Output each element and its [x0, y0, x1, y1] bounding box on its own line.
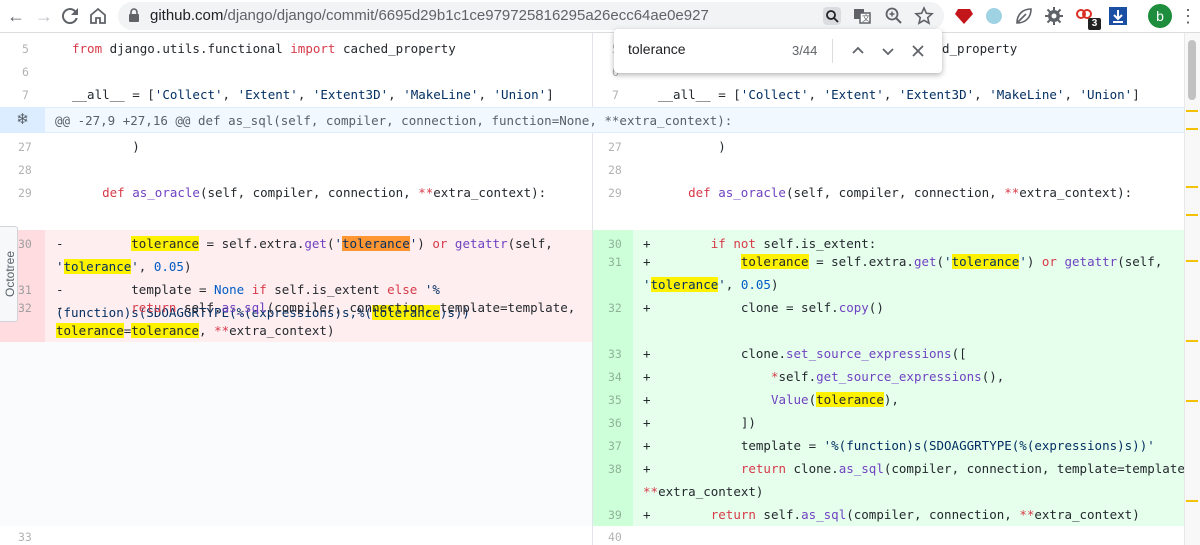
back-arrow-icon[interactable]: ←: [4, 4, 28, 28]
svg-text:文: 文: [862, 13, 870, 23]
scroll-match-marker: [1186, 260, 1198, 262]
added-line: + *self.get_source_expressions(),: [643, 369, 1005, 384]
gear-extension-icon[interactable]: [1044, 6, 1064, 26]
added-line-wrap: **extra_context): [643, 484, 764, 499]
line-number[interactable]: 37: [608, 439, 622, 453]
profile-avatar[interactable]: b: [1148, 4, 1172, 28]
hunk-header-text: @@ -27,9 +27,16 @@ def as_sql(self, comp…: [55, 113, 733, 128]
line-number[interactable]: 7: [22, 88, 29, 102]
code-line-partial: d_property: [942, 41, 1018, 56]
url-text[interactable]: github.com/django/django/commit/6695d29b…: [150, 7, 709, 24]
code-line: __all__ = ['Collect', 'Extent', 'Extent3…: [658, 87, 1140, 102]
line-number[interactable]: 36: [608, 416, 622, 430]
line-number[interactable]: 40: [608, 530, 622, 544]
line-number[interactable]: 6: [22, 65, 29, 79]
scroll-match-marker: [1186, 186, 1198, 188]
code-line: ): [658, 139, 726, 154]
line-number[interactable]: 35: [608, 393, 622, 407]
expand-icon[interactable]: ❄: [0, 107, 45, 133]
scroll-match-marker: [1186, 340, 1198, 342]
octotree-tab[interactable]: Octotree: [0, 226, 18, 322]
deleted-line: - tolerance = self.extra.get('tolerance'…: [56, 236, 553, 251]
line-number[interactable]: 29: [18, 186, 32, 200]
scroll-match-marker: [1186, 214, 1198, 216]
code-line: def as_oracle(self, compiler, connection…: [688, 185, 1133, 200]
chevron-up-icon[interactable]: [847, 40, 869, 62]
menu-icon[interactable]: ⋮: [1176, 4, 1200, 28]
url-path: /django/django/commit/6695d29b1c1ce97972…: [223, 7, 709, 24]
line-number[interactable]: 7: [612, 88, 619, 102]
scroll-match-marker: [1186, 128, 1198, 130]
scrollbar-thumb[interactable]: [1188, 40, 1196, 100]
line-number[interactable]: 39: [608, 508, 622, 522]
line-number[interactable]: 30: [608, 237, 622, 251]
line-number[interactable]: 27: [608, 140, 622, 154]
code-line: __all__ = ['Collect', 'Extent', 'Extent3…: [72, 87, 554, 102]
url-host: github.com: [150, 7, 224, 24]
line-number[interactable]: 32: [608, 301, 622, 315]
line-number[interactable]: 33: [608, 347, 622, 361]
added-line: + if not self.is_extent:: [643, 236, 877, 251]
code-line: from django.utils.functional import cach…: [72, 41, 456, 56]
added-line: + return clone.as_sql(compiler, connecti…: [643, 461, 1193, 476]
code-line: def as_oracle(self, compiler, connection…: [102, 185, 547, 200]
empty-filler: [0, 342, 592, 526]
octotree-label: Octotree: [3, 250, 17, 298]
added-line: + template = '%(function)s(SDOAGGRTYPE(%…: [643, 438, 1155, 453]
browser-toolbar: ← → github.com/django/django/commit/6695…: [0, 0, 1200, 33]
reload-icon[interactable]: [58, 4, 82, 28]
added-line: + return self.as_sql(compiler, connectio…: [643, 507, 1140, 522]
deleted-line-wrap: 'tolerance', 0.05): [56, 259, 192, 274]
line-number[interactable]: 29: [608, 186, 622, 200]
extension-badge: 3: [1088, 18, 1101, 30]
added-line: + ]): [643, 415, 756, 430]
leaf-extension-icon[interactable]: [1014, 6, 1034, 26]
added-line: + clone.set_source_expressions([: [643, 346, 967, 361]
circle-extension-icon[interactable]: [984, 6, 1004, 26]
line-number[interactable]: 38: [608, 462, 622, 476]
code-line: ): [72, 139, 140, 154]
find-bar: 3/44: [614, 29, 942, 73]
lock-icon[interactable]: [128, 8, 140, 22]
deleted-line: - template = None if self.is_extent else…: [56, 282, 440, 297]
scroll-match-marker: [1186, 500, 1198, 502]
added-line-wrap: 'tolerance', 0.05): [643, 277, 779, 292]
scroll-match-marker: [1186, 400, 1198, 402]
line-number[interactable]: 30: [18, 237, 32, 251]
line-number[interactable]: 32: [18, 301, 32, 315]
home-icon[interactable]: [86, 4, 110, 28]
line-number[interactable]: 28: [18, 163, 32, 177]
added-line: + tolerance = self.extra.get('tolerance'…: [643, 254, 1163, 269]
translate-icon[interactable]: 文: [852, 6, 872, 26]
line-number[interactable]: 28: [608, 163, 622, 177]
line-number[interactable]: 31: [18, 283, 32, 297]
line-number[interactable]: 5: [22, 42, 29, 56]
line-number[interactable]: 34: [608, 370, 622, 384]
added-line: + Value(tolerance),: [643, 392, 899, 407]
line-number[interactable]: 31: [608, 255, 622, 269]
close-icon[interactable]: [907, 40, 929, 62]
added-line: + clone = self.copy(): [643, 300, 884, 315]
line-number[interactable]: 33: [18, 530, 32, 544]
find-input[interactable]: [628, 41, 778, 57]
chevron-down-icon[interactable]: [877, 40, 899, 62]
download-extension-icon[interactable]: [1108, 6, 1128, 26]
star-icon[interactable]: [914, 6, 934, 26]
line-number[interactable]: 27: [18, 140, 32, 154]
scroll-match-marker: [1186, 110, 1198, 112]
forward-arrow-icon[interactable]: →: [32, 4, 56, 28]
find-match-count: 3/44: [792, 43, 818, 58]
deleted-line-wrap-2: tolerance=tolerance, **extra_context): [56, 323, 335, 338]
deleted-line: - return self.as_sql(compiler, connectio…: [56, 300, 576, 315]
ruby-extension-icon[interactable]: [954, 6, 974, 26]
find-separator: [832, 39, 833, 63]
zoom-icon[interactable]: [884, 6, 904, 26]
search-page-icon[interactable]: [822, 6, 842, 26]
